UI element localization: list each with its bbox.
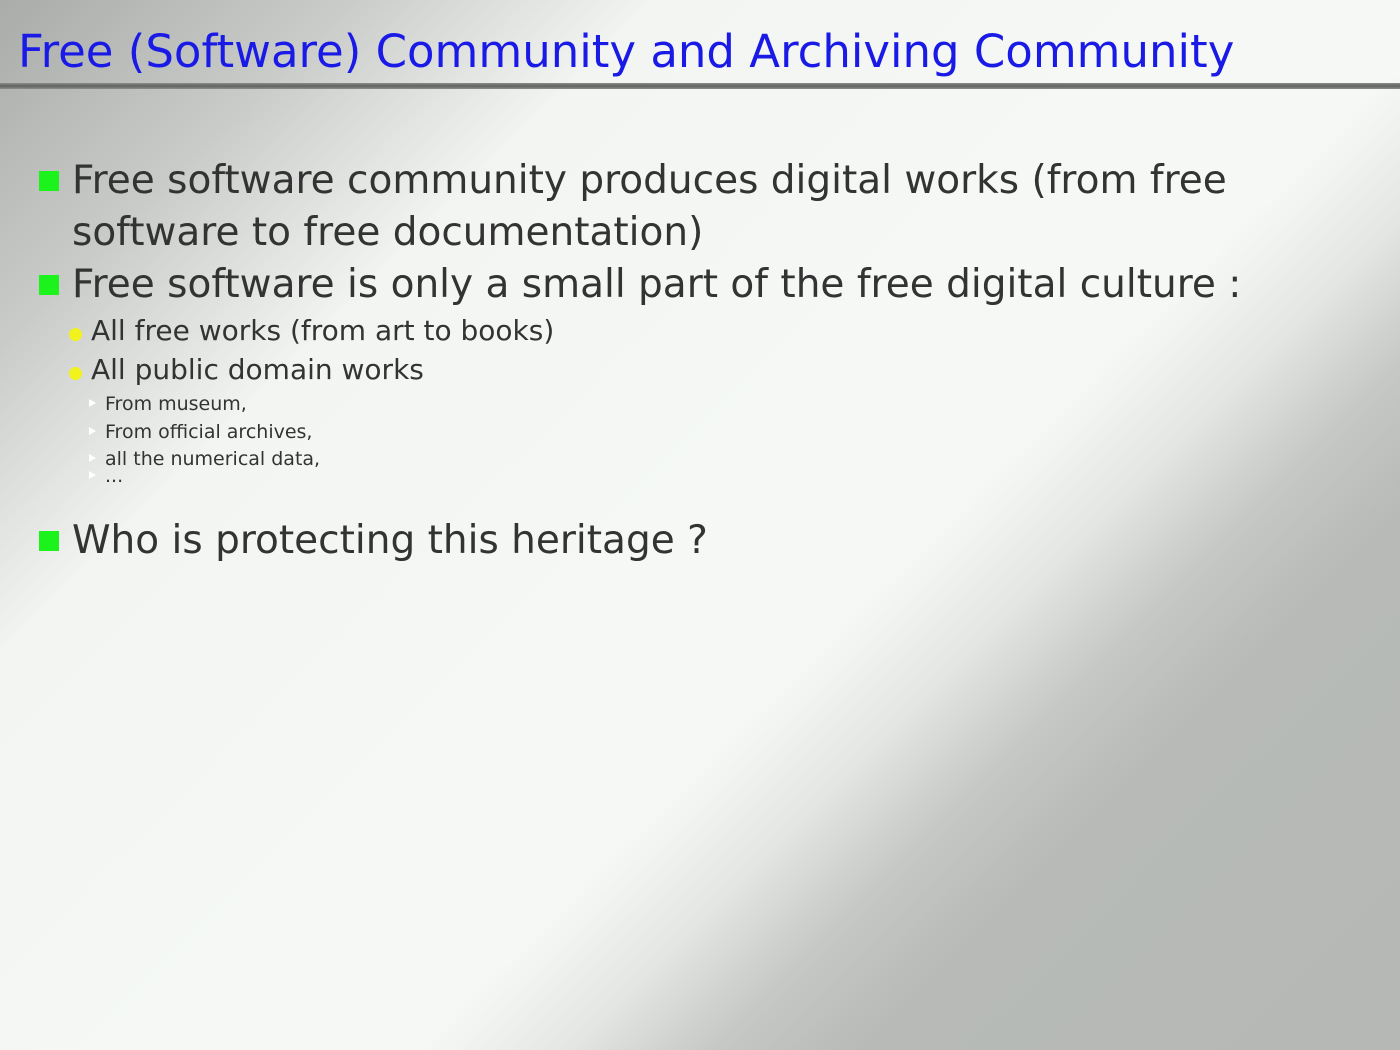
green-square-bullet-icon: [39, 171, 59, 191]
bullet-text: Free software is only a small part of th…: [72, 262, 1242, 307]
sub-sub-bullet-museum: From museum,: [89, 391, 247, 417]
yellow-dot-bullet-icon: [69, 367, 82, 380]
sub-sub-bullet-text: From official archives,: [105, 421, 313, 443]
bullet-text: Free software community produces digital…: [72, 158, 1227, 255]
green-square-bullet-icon: [39, 275, 59, 295]
sub-sub-bullet-text: From museum,: [105, 393, 247, 415]
slide-title: Free (Software) Community and Archiving …: [18, 25, 1235, 78]
triangle-bullet-icon: [89, 454, 96, 462]
bullet-text: Who is protecting this heritage ?: [72, 518, 708, 563]
sub-bullet-text: All public domain works: [91, 353, 424, 386]
green-square-bullet-icon: [39, 531, 59, 551]
triangle-bullet-icon: [89, 399, 96, 407]
yellow-dot-bullet-icon: [69, 328, 82, 341]
bullet-free-software-community: Free software community produces digital…: [39, 155, 1372, 259]
sub-sub-bullet-numerical-data: all the numerical data,: [89, 446, 321, 472]
triangle-bullet-icon: [89, 427, 96, 435]
sub-sub-bullet-text: all the numerical data,: [105, 448, 321, 470]
sub-bullet-public-domain: All public domain works: [69, 351, 424, 389]
bullet-who-protects-heritage: Who is protecting this heritage ?: [39, 515, 1372, 567]
sub-sub-bullet-ellipsis: ...: [89, 463, 124, 489]
sub-sub-bullet-archives: From official archives,: [89, 419, 313, 445]
sub-bullet-text: All free works (from art to books): [91, 314, 555, 347]
sub-bullet-free-works: All free works (from art to books): [69, 312, 555, 350]
bullet-free-digital-culture: Free software is only a small part of th…: [39, 259, 1372, 311]
triangle-bullet-icon: [89, 471, 96, 479]
title-divider: [0, 83, 1400, 89]
sub-sub-bullet-text: ...: [105, 465, 124, 487]
